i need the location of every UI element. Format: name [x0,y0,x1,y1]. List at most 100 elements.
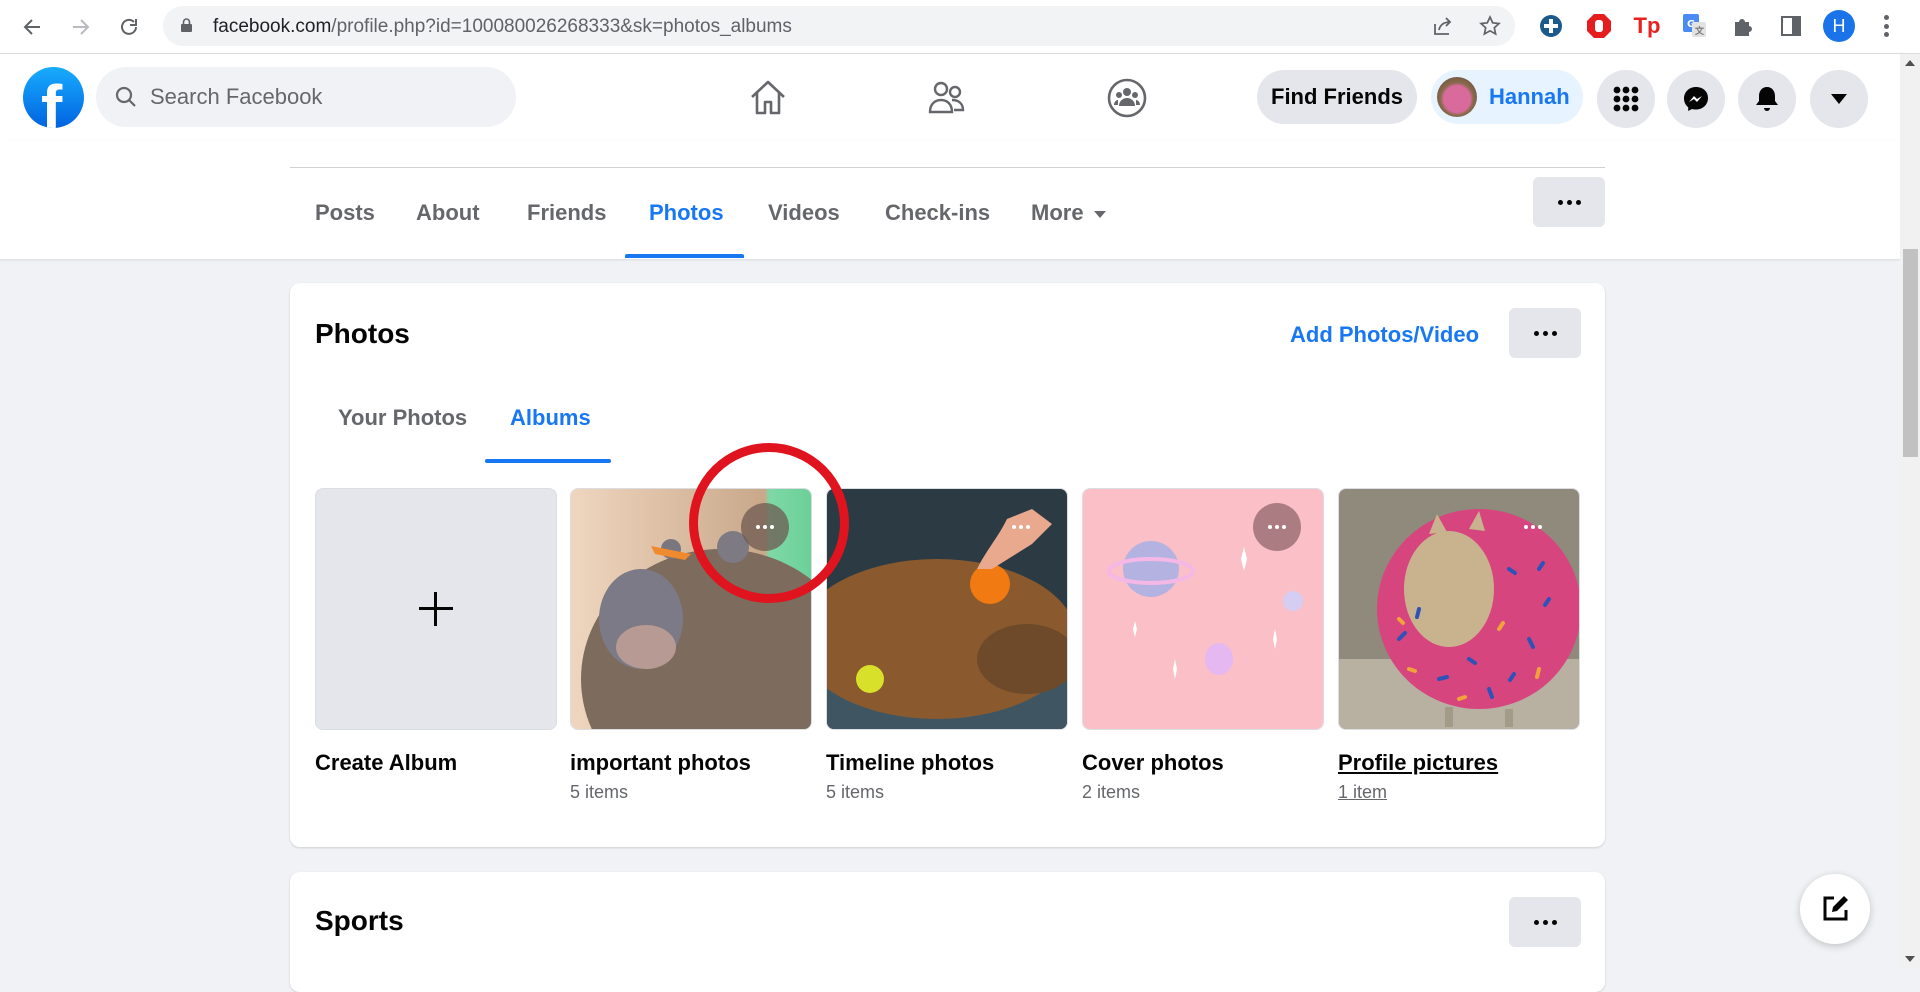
scrollbar-thumb[interactable] [1903,249,1918,457]
user-name: Hannah [1489,84,1570,109]
friends-icon [928,81,965,114]
tab-photos[interactable]: Photos [649,200,724,250]
album-thumbnail-timeline-photos[interactable] [826,488,1068,730]
tab-more-label: More [1031,200,1084,225]
facebook-f-icon: f [41,72,63,128]
sports-options-button[interactable] [1509,897,1581,947]
messenger-button[interactable] [1667,70,1725,128]
album-name[interactable]: Profile pictures [1338,750,1498,776]
album-thumbnail-important-photos[interactable] [570,488,812,730]
album-options-button[interactable] [1509,503,1557,551]
active-subtab-indicator [485,459,611,463]
page-scrollbar[interactable] [1900,54,1920,968]
adblock-hand-icon [1587,14,1611,38]
album-item-count: 5 items [826,782,885,802]
nav-home-button[interactable] [744,74,792,122]
divider [290,167,1605,168]
share-button[interactable] [1431,14,1455,38]
browser-toolbar: facebook.com/profile.php?id=100080026268… [0,0,1920,54]
svg-text:文: 文 [1694,25,1705,37]
notifications-button[interactable] [1738,70,1796,128]
subtab-albums[interactable]: Albums [510,405,591,431]
side-panel-button[interactable] [1777,12,1805,40]
album-thumbnail-cover-photos[interactable] [1082,488,1324,730]
profile-shortcut[interactable]: Hannah [1431,70,1583,124]
album-item-count[interactable]: 1 item [1338,782,1387,803]
album-item-count: 2 items [1082,782,1141,802]
photos-options-button[interactable] [1509,308,1581,358]
account-caret-icon [1831,94,1847,104]
forward-button[interactable] [66,12,96,42]
lock-icon [181,18,192,32]
translate-extension-button[interactable]: G文 [1681,12,1709,40]
nav-groups-button[interactable] [1103,74,1151,122]
facebook-logo[interactable]: f [23,67,84,128]
bookmark-button[interactable] [1478,14,1502,38]
browser-menu-button[interactable] [1878,13,1894,39]
game-extension-button[interactable] [1537,12,1565,40]
share-icon [1434,17,1452,35]
adblock-extension-button[interactable] [1585,12,1613,40]
tp-extension-button[interactable]: Tp [1633,12,1661,40]
user-avatar [1437,77,1477,117]
add-photos-video-link[interactable]: Add Photos/Video [1290,322,1479,348]
sports-card [290,872,1605,992]
tab-check-ins[interactable]: Check-ins [885,200,990,250]
address-bar[interactable]: facebook.com/profile.php?id=100080026268… [163,6,1515,46]
sports-card-title: Sports [315,905,404,936]
groups-icon [1107,78,1147,118]
album-name[interactable]: Timeline photos [826,750,994,776]
url-text[interactable]: facebook.com/profile.php?id=100080026268… [213,16,792,38]
search-icon [115,86,136,107]
plus-icon [419,592,453,626]
profile-tabs-bar: Posts About Friends Photos Videos Check-… [0,140,1900,259]
active-tab-indicator [625,254,744,258]
facebook-header: f Find Friends Hannah [0,54,1900,140]
scroll-up-arrow-icon[interactable] [1905,60,1915,66]
account-button[interactable] [1810,70,1868,128]
tab-videos[interactable]: Videos [768,200,840,250]
compose-edit-icon [1823,896,1848,921]
album-thumbnail-profile-pictures[interactable] [1338,488,1580,730]
extensions-button[interactable] [1729,12,1757,40]
menu-grid-icon [1613,86,1639,112]
photos-card-title: Photos [315,318,410,349]
tab-posts[interactable]: Posts [315,200,375,250]
reload-icon [121,18,137,35]
album-options-button[interactable] [997,503,1045,551]
tab-friends[interactable]: Friends [527,200,606,250]
create-album-tile[interactable] [315,488,557,730]
browser-profile-avatar[interactable]: H [1823,10,1855,42]
back-button[interactable] [17,12,47,42]
profile-more-options-button[interactable] [1533,177,1605,227]
caret-down-icon [1093,210,1106,218]
nav-friends-button[interactable] [924,74,972,122]
game-controller-icon [1540,15,1562,37]
find-friends-label: Find Friends [1271,84,1403,109]
menu-button[interactable] [1597,70,1655,128]
scroll-down-arrow-icon[interactable] [1905,956,1915,962]
messenger-icon [1684,87,1708,111]
home-icon [751,80,785,115]
tp-icon: Tp [1633,13,1661,38]
album-options-button[interactable] [741,503,789,551]
album-options-button[interactable] [1253,503,1301,551]
google-translate-icon: G文 [1683,14,1706,37]
tab-about[interactable]: About [416,200,480,250]
new-message-button[interactable] [1800,874,1870,944]
forward-arrow-icon [73,19,90,35]
album-name[interactable]: Cover photos [1082,750,1224,776]
profile-initial: H [1832,15,1846,36]
search-bar[interactable] [96,67,516,127]
create-album-label[interactable]: Create Album [315,750,457,776]
notifications-bell-icon [1756,87,1778,111]
find-friends-button[interactable]: Find Friends [1257,70,1417,124]
album-name[interactable]: important photos [570,750,751,776]
puzzle-piece-icon [1735,19,1752,36]
search-input[interactable] [150,67,490,127]
tab-more[interactable]: More [1031,200,1106,250]
subtab-your-photos[interactable]: Your Photos [338,405,467,431]
reload-button[interactable] [114,12,144,42]
side-panel-icon [1781,16,1801,36]
album-item-count: 5 items [570,782,629,802]
